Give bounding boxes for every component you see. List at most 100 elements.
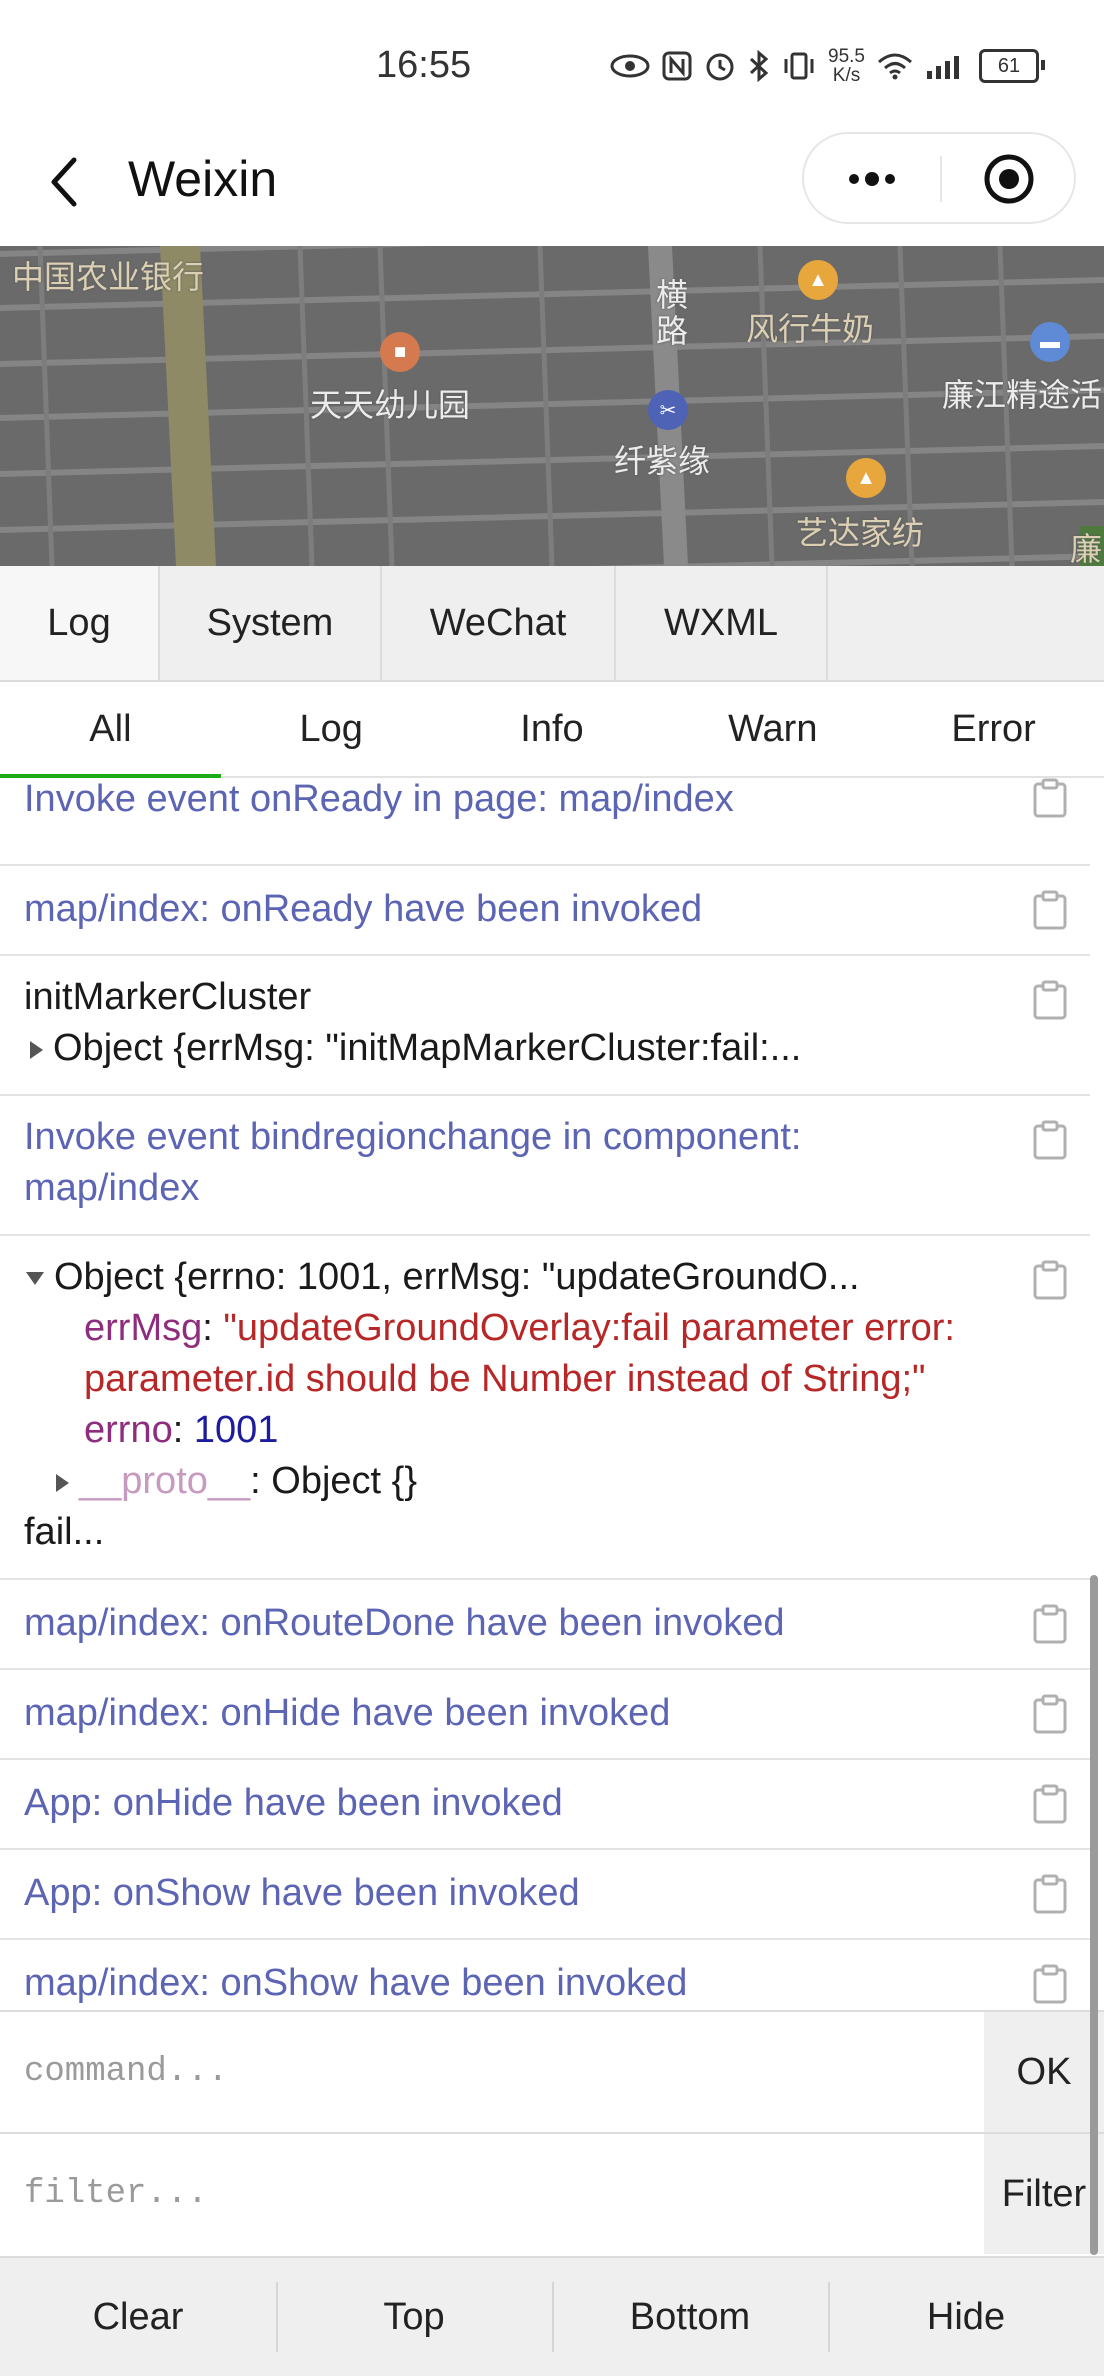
collapse-arrow-icon[interactable] — [26, 1272, 44, 1286]
tab-wechat[interactable]: WeChat — [382, 566, 616, 680]
battery-level: 61 — [997, 54, 1021, 77]
bluetooth-icon — [749, 50, 769, 82]
tab-wxml[interactable]: WXML — [616, 566, 828, 680]
log-row: map/index: onHide have been invoked — [0, 1670, 1090, 1760]
shop-icon: ▲ — [798, 260, 838, 300]
command-input[interactable] — [0, 2012, 984, 2132]
scissors-icon: ✂ — [648, 390, 688, 430]
prop-errmsg: errMsg: "updateGroundOverlay:fail parame… — [84, 1307, 955, 1349]
tab-error[interactable]: Error — [883, 682, 1104, 776]
back-icon[interactable] — [40, 152, 90, 212]
command-row: OK — [0, 2010, 1104, 2132]
copy-icon[interactable] — [1032, 1874, 1068, 1914]
log-message: Invoke event bindregionchange in compone… — [24, 1116, 802, 1158]
expand-arrow-icon[interactable] — [56, 1473, 69, 1492]
log-row: App: onShow have been invoked — [0, 1850, 1090, 1940]
log-message: map/index: onShow have been invoked — [24, 1962, 688, 2004]
prop-key: __proto__ — [79, 1460, 251, 1502]
copy-icon[interactable] — [1032, 1120, 1068, 1160]
tab-log-level[interactable]: Log — [221, 682, 442, 776]
school-icon: ■ — [380, 332, 420, 372]
poi-label: 风行牛奶 — [746, 311, 875, 347]
shop-icon: ▲ — [846, 458, 886, 498]
filter-button[interactable]: Filter — [984, 2134, 1104, 2254]
object-summary: Object {errMsg: "initMapMarkerCluster:fa… — [53, 1027, 802, 1069]
prop-value: "updateGroundOverlay:fail parameter erro… — [223, 1307, 955, 1349]
tab-log[interactable]: Log — [0, 566, 160, 680]
expand-arrow-icon[interactable] — [30, 1040, 43, 1059]
mini-program-capsule — [802, 132, 1076, 224]
tab-system[interactable]: System — [160, 566, 382, 680]
poi-label: 天天幼儿园 — [310, 387, 471, 423]
record-icon[interactable] — [982, 152, 1036, 206]
log-row-expanded: Object {errno: 1001, errMsg: "updateGrou… — [0, 1236, 1090, 1580]
hide-button[interactable]: Hide — [828, 2258, 1104, 2376]
copy-icon[interactable] — [1032, 1784, 1068, 1824]
copy-icon[interactable] — [1032, 1694, 1068, 1734]
ok-button[interactable]: OK — [984, 2012, 1104, 2132]
prop-value: 1001 — [193, 1409, 279, 1451]
status-time: 16:55 — [376, 44, 472, 86]
object-preview[interactable]: Object {errMsg: "initMapMarkerCluster:fa… — [30, 1023, 801, 1074]
wifi-icon — [877, 53, 912, 80]
more-icon[interactable] — [832, 154, 912, 204]
nfc-icon — [662, 51, 692, 81]
log-row: map/index: onShow have been invoked — [0, 1940, 1090, 2010]
poi-label: 艺达家纺 — [796, 515, 925, 551]
tab-info[interactable]: Info — [442, 682, 663, 776]
copy-icon[interactable] — [1032, 778, 1068, 818]
nav-bar: Weixin — [0, 120, 1104, 246]
prop-key: errno — [84, 1409, 173, 1451]
object-summary: Object {errno: 1001, errMsg: "updateGrou… — [54, 1256, 860, 1298]
copy-icon[interactable] — [1032, 980, 1068, 1020]
log-scrollbar[interactable] — [1090, 1575, 1098, 2255]
prop-value-cont: parameter.id should be Number instead of… — [84, 1358, 926, 1400]
tab-warn[interactable]: Warn — [662, 682, 883, 776]
prop-proto[interactable]: __proto__: Object {} — [56, 1456, 417, 1507]
log-row: Invoke event onReady in page: map/index — [0, 778, 1090, 866]
top-button[interactable]: Top — [276, 2258, 552, 2376]
network-speed-unit: K/s — [832, 65, 861, 86]
network-speed: 95.5 K/s — [828, 47, 865, 85]
log-message: map/index: onReady have been invoked — [24, 888, 703, 930]
copy-icon[interactable] — [1032, 1964, 1068, 2004]
clear-button[interactable]: Clear — [0, 2258, 276, 2376]
prop-key: errMsg — [84, 1307, 203, 1349]
copy-icon[interactable] — [1032, 1604, 1068, 1644]
vibrate-icon — [784, 52, 814, 80]
filter-input[interactable] — [0, 2134, 984, 2254]
building-icon: ▬ — [1030, 322, 1070, 362]
log-message: Invoke event onReady in page: map/index — [24, 778, 734, 820]
signal-icon — [926, 56, 959, 79]
copy-icon[interactable] — [1032, 1260, 1068, 1300]
log-message: map/index — [24, 1167, 200, 1209]
log-message: map/index: onHide have been invoked — [24, 1692, 671, 1734]
log-message: fail... — [24, 1511, 105, 1553]
log-row: Invoke event bindregionchange in compone… — [0, 1096, 1090, 1236]
log-level-tabs: All Log Info Warn Error — [0, 682, 1104, 778]
log-message: App: onHide have been invoked — [24, 1782, 563, 1824]
capsule-divider — [940, 156, 942, 202]
console-toolbar: Clear Top Bottom Hide — [0, 2256, 1104, 2376]
bottom-button[interactable]: Bottom — [552, 2258, 828, 2376]
status-icons: 95.5 K/s 61 — [610, 44, 1045, 88]
poi-label: 中国农业银行 — [12, 259, 205, 295]
log-row: map/index: onReady have been invoked — [0, 866, 1090, 956]
log-message: App: onShow have been invoked — [24, 1872, 580, 1914]
poi-label: 廉江精途活 — [942, 377, 1103, 413]
log-row: App: onHide have been invoked — [0, 1760, 1090, 1850]
poi-label: 纤紫缘 — [614, 443, 711, 479]
page-title: Weixin — [128, 151, 278, 207]
poi-label: 路 — [656, 313, 689, 349]
object-header[interactable]: Object {errno: 1001, errMsg: "updateGrou… — [26, 1252, 860, 1303]
eye-icon — [610, 54, 650, 78]
map-view[interactable]: 中国农业银行 横 路 ▲ 风行牛奶 ▬ 廉江精途活 ■ 天天幼儿园 ✂ 纤紫缘 … — [0, 246, 1104, 566]
battery-icon: 61 — [978, 49, 1045, 83]
log-message: initMarkerCluster — [24, 976, 312, 1018]
log-list[interactable]: Invoke event onReady in page: map/index … — [0, 778, 1104, 2010]
tab-all[interactable]: All — [0, 682, 221, 778]
prop-errno: errno: 1001 — [84, 1409, 279, 1451]
log-row: initMarkerCluster Object {errMsg: "initM… — [0, 956, 1090, 1096]
copy-icon[interactable] — [1032, 890, 1068, 930]
log-message: map/index: onRouteDone have been invoked — [24, 1602, 785, 1644]
